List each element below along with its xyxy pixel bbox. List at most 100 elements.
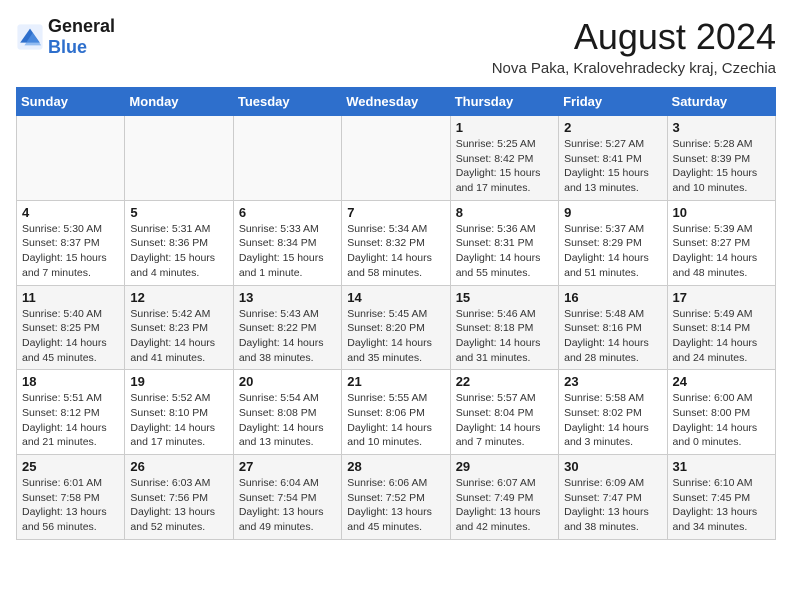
day-number: 31 bbox=[673, 459, 770, 474]
day-info: Sunrise: 5:45 AMSunset: 8:20 PMDaylight:… bbox=[347, 307, 444, 366]
day-info: Sunrise: 5:30 AMSunset: 8:37 PMDaylight:… bbox=[22, 222, 119, 281]
calendar-cell: 18Sunrise: 5:51 AMSunset: 8:12 PMDayligh… bbox=[17, 370, 125, 455]
logo-icon bbox=[16, 23, 44, 51]
weekday-header-row: SundayMondayTuesdayWednesdayThursdayFrid… bbox=[17, 88, 776, 116]
day-number: 6 bbox=[239, 205, 336, 220]
day-info: Sunrise: 5:46 AMSunset: 8:18 PMDaylight:… bbox=[456, 307, 553, 366]
day-number: 24 bbox=[673, 374, 770, 389]
day-number: 25 bbox=[22, 459, 119, 474]
day-info: Sunrise: 5:34 AMSunset: 8:32 PMDaylight:… bbox=[347, 222, 444, 281]
day-info: Sunrise: 5:40 AMSunset: 8:25 PMDaylight:… bbox=[22, 307, 119, 366]
day-info: Sunrise: 5:57 AMSunset: 8:04 PMDaylight:… bbox=[456, 391, 553, 450]
day-info: Sunrise: 5:39 AMSunset: 8:27 PMDaylight:… bbox=[673, 222, 770, 281]
calendar-cell bbox=[233, 116, 341, 201]
weekday-header-wednesday: Wednesday bbox=[342, 88, 450, 116]
day-info: Sunrise: 6:09 AMSunset: 7:47 PMDaylight:… bbox=[564, 476, 661, 535]
calendar-cell: 29 Sunrise: 6:07 AMSunset: 7:49 PMDayligh… bbox=[450, 455, 558, 540]
logo: General Blue bbox=[16, 16, 115, 58]
day-info: Sunrise: 6:00 AMSunset: 8:00 PMDaylight:… bbox=[673, 391, 770, 450]
day-info: Sunrise: 5:51 AMSunset: 8:12 PMDaylight:… bbox=[22, 391, 119, 450]
calendar-cell: 20 Sunrise: 5:54 AMSunset: 8:08 PMDayligh… bbox=[233, 370, 341, 455]
day-number: 29 bbox=[456, 459, 553, 474]
calendar-cell: 1 Sunrise: 5:25 AMSunset: 8:42 PMDaylight… bbox=[450, 116, 558, 201]
day-number: 26 bbox=[130, 459, 227, 474]
weekday-header-sunday: Sunday bbox=[17, 88, 125, 116]
day-number: 5 bbox=[130, 205, 227, 220]
day-number: 1 bbox=[456, 120, 553, 135]
day-info: Sunrise: 5:36 AMSunset: 8:31 PMDaylight:… bbox=[456, 222, 553, 281]
day-number: 9 bbox=[564, 205, 661, 220]
day-info: Sunrise: 6:01 AMSunset: 7:58 PMDaylight:… bbox=[22, 476, 119, 535]
day-number: 10 bbox=[673, 205, 770, 220]
calendar-cell: 2Sunrise: 5:27 AMSunset: 8:41 PMDaylight… bbox=[559, 116, 667, 201]
calendar-cell: 12Sunrise: 5:42 AMSunset: 8:23 PMDayligh… bbox=[125, 285, 233, 370]
calendar-cell: 22Sunrise: 5:57 AMSunset: 8:04 PMDayligh… bbox=[450, 370, 558, 455]
day-info: Sunrise: 5:52 AMSunset: 8:10 PMDaylight:… bbox=[130, 391, 227, 450]
day-info: Sunrise: 5:31 AMSunset: 8:36 PMDaylight:… bbox=[130, 222, 227, 281]
day-number: 8 bbox=[456, 205, 553, 220]
weekday-header-thursday: Thursday bbox=[450, 88, 558, 116]
day-info: Sunrise: 5:54 AMSunset: 8:08 PMDaylight:… bbox=[239, 391, 336, 450]
calendar-cell: 3 Sunrise: 5:28 AMSunset: 8:39 PMDaylight… bbox=[667, 116, 775, 201]
title-area: August 2024 Nova Paka, Kralovehradecky k… bbox=[492, 16, 776, 77]
calendar-cell: 6 Sunrise: 5:33 AMSunset: 8:34 PMDaylight… bbox=[233, 200, 341, 285]
header: General Blue August 2024 Nova Paka, Kral… bbox=[16, 16, 776, 77]
calendar-cell: 8 Sunrise: 5:36 AMSunset: 8:31 PMDaylight… bbox=[450, 200, 558, 285]
calendar-cell: 4 Sunrise: 5:30 AMSunset: 8:37 PMDaylight… bbox=[17, 200, 125, 285]
day-number: 17 bbox=[673, 290, 770, 305]
location-title: Nova Paka, Kralovehradecky kraj, Czechia bbox=[492, 60, 776, 77]
calendar-cell: 10 Sunrise: 5:39 AMSunset: 8:27 PMDayligh… bbox=[667, 200, 775, 285]
day-number: 2 bbox=[564, 120, 661, 135]
calendar-cell: 19Sunrise: 5:52 AMSunset: 8:10 PMDayligh… bbox=[125, 370, 233, 455]
weekday-header-friday: Friday bbox=[559, 88, 667, 116]
day-number: 27 bbox=[239, 459, 336, 474]
day-info: Sunrise: 5:55 AMSunset: 8:06 PMDaylight:… bbox=[347, 391, 444, 450]
calendar-cell bbox=[17, 116, 125, 201]
day-info: Sunrise: 5:37 AMSunset: 8:29 PMDaylight:… bbox=[564, 222, 661, 281]
calendar-cell: 31 Sunrise: 6:10 AMSunset: 7:45 PMDayligh… bbox=[667, 455, 775, 540]
day-info: Sunrise: 5:28 AMSunset: 8:39 PMDaylight:… bbox=[673, 137, 770, 196]
day-number: 3 bbox=[673, 120, 770, 135]
calendar-cell bbox=[125, 116, 233, 201]
day-number: 15 bbox=[456, 290, 553, 305]
week-row-2: 4 Sunrise: 5:30 AMSunset: 8:37 PMDaylight… bbox=[17, 200, 776, 285]
day-number: 4 bbox=[22, 205, 119, 220]
calendar-cell: 21 Sunrise: 5:55 AMSunset: 8:06 PMDayligh… bbox=[342, 370, 450, 455]
weekday-header-monday: Monday bbox=[125, 88, 233, 116]
calendar-cell: 9 Sunrise: 5:37 AMSunset: 8:29 PMDaylight… bbox=[559, 200, 667, 285]
day-number: 23 bbox=[564, 374, 661, 389]
day-number: 30 bbox=[564, 459, 661, 474]
weekday-header-tuesday: Tuesday bbox=[233, 88, 341, 116]
day-info: Sunrise: 6:03 AMSunset: 7:56 PMDaylight:… bbox=[130, 476, 227, 535]
day-number: 16 bbox=[564, 290, 661, 305]
weekday-header-saturday: Saturday bbox=[667, 88, 775, 116]
calendar-cell: 23Sunrise: 5:58 AMSunset: 8:02 PMDayligh… bbox=[559, 370, 667, 455]
calendar-cell: 14Sunrise: 5:45 AMSunset: 8:20 PMDayligh… bbox=[342, 285, 450, 370]
calendar-cell: 30 Sunrise: 6:09 AMSunset: 7:47 PMDayligh… bbox=[559, 455, 667, 540]
day-number: 20 bbox=[239, 374, 336, 389]
calendar-cell: 27 Sunrise: 6:04 AMSunset: 7:54 PMDayligh… bbox=[233, 455, 341, 540]
calendar-cell: 25 Sunrise: 6:01 AMSunset: 7:58 PMDayligh… bbox=[17, 455, 125, 540]
logo-text: General Blue bbox=[48, 16, 115, 58]
day-number: 11 bbox=[22, 290, 119, 305]
day-number: 21 bbox=[347, 374, 444, 389]
day-info: Sunrise: 6:06 AMSunset: 7:52 PMDaylight:… bbox=[347, 476, 444, 535]
calendar-cell: 24 Sunrise: 6:00 AMSunset: 8:00 PMDayligh… bbox=[667, 370, 775, 455]
calendar-cell bbox=[342, 116, 450, 201]
day-info: Sunrise: 5:43 AMSunset: 8:22 PMDaylight:… bbox=[239, 307, 336, 366]
calendar-cell: 15 Sunrise: 5:46 AMSunset: 8:18 PMDayligh… bbox=[450, 285, 558, 370]
day-number: 28 bbox=[347, 459, 444, 474]
day-info: Sunrise: 5:33 AMSunset: 8:34 PMDaylight:… bbox=[239, 222, 336, 281]
calendar-cell: 11 Sunrise: 5:40 AMSunset: 8:25 PMDayligh… bbox=[17, 285, 125, 370]
day-number: 7 bbox=[347, 205, 444, 220]
calendar-cell: 16 Sunrise: 5:48 AMSunset: 8:16 PMDayligh… bbox=[559, 285, 667, 370]
calendar-cell: 5 Sunrise: 5:31 AMSunset: 8:36 PMDaylight… bbox=[125, 200, 233, 285]
day-info: Sunrise: 5:48 AMSunset: 8:16 PMDaylight:… bbox=[564, 307, 661, 366]
week-row-4: 18Sunrise: 5:51 AMSunset: 8:12 PMDayligh… bbox=[17, 370, 776, 455]
day-info: Sunrise: 6:07 AMSunset: 7:49 PMDaylight:… bbox=[456, 476, 553, 535]
day-info: Sunrise: 6:10 AMSunset: 7:45 PMDaylight:… bbox=[673, 476, 770, 535]
day-info: Sunrise: 5:25 AMSunset: 8:42 PMDaylight:… bbox=[456, 137, 553, 196]
week-row-5: 25 Sunrise: 6:01 AMSunset: 7:58 PMDayligh… bbox=[17, 455, 776, 540]
month-title: August 2024 bbox=[492, 16, 776, 58]
day-info: Sunrise: 6:04 AMSunset: 7:54 PMDaylight:… bbox=[239, 476, 336, 535]
